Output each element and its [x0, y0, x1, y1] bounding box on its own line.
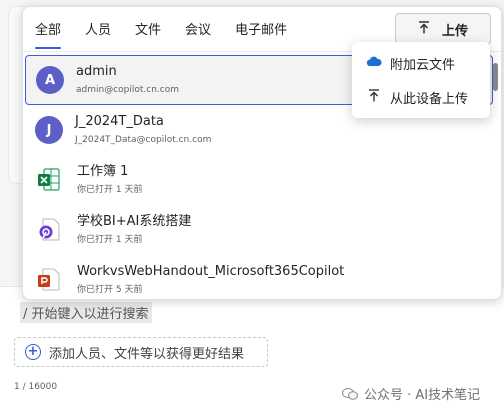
avatar: J — [35, 116, 63, 144]
tab-all[interactable]: 全部 — [35, 7, 62, 49]
tab-email[interactable]: 电子邮件 — [235, 7, 287, 49]
upload-menu: 附加云文件 从此设备上传 — [352, 42, 490, 118]
menu-item-label: 从此设备上传 — [390, 91, 469, 107]
tab-files[interactable]: 文件 — [135, 7, 161, 49]
menu-item-label: 附加云文件 — [390, 57, 456, 73]
menu-item-upload-device[interactable]: 从此设备上传 — [352, 80, 490, 114]
avatar: A — [36, 66, 64, 94]
result-subtitle: 你已打开 5 天前 — [77, 285, 143, 295]
loop-file-icon — [37, 217, 61, 243]
watermark-text: 公众号 · AI技术笔记 — [364, 388, 481, 403]
menu-item-attach-cloud[interactable]: 附加云文件 — [352, 46, 490, 80]
upload-arrow-icon — [418, 20, 430, 38]
add-context-button[interactable]: + 添加人员、文件等以获得更好结果 — [14, 337, 268, 367]
add-circle-icon: + — [25, 344, 41, 360]
tab-people[interactable]: 人员 — [85, 7, 111, 49]
watermark: 公众号 · AI技术笔记 — [341, 384, 481, 403]
upload-arrow-icon — [366, 88, 382, 106]
result-title: admin — [76, 64, 117, 79]
result-row-workbook[interactable]: 工作簿 1 你已打开 1 天前 — [25, 155, 493, 205]
result-subtitle: J_2024T_Data@copilot.cn.com — [75, 135, 212, 145]
result-row-powerpoint[interactable]: WorkvsWebHandout_Microsoft365Copilot 你已打… — [25, 255, 493, 305]
result-title: 工作簿 1 — [77, 164, 129, 179]
result-title: 学校BI+AI系统搭建 — [77, 214, 192, 229]
composer-input-hint[interactable]: / 开始键入以进行搜索 — [20, 302, 152, 323]
result-row-loop[interactable]: 学校BI+AI系统搭建 你已打开 1 天前 — [25, 205, 493, 255]
scrollbar-thumb[interactable] — [493, 63, 498, 91]
tab-bar: 全部 人员 文件 会议 电子邮件 — [23, 7, 311, 49]
result-subtitle: 你已打开 1 天前 — [77, 235, 143, 245]
wechat-icon — [341, 387, 359, 401]
powerpoint-file-icon — [37, 267, 61, 293]
upload-button[interactable]: 上传 — [395, 13, 491, 45]
result-subtitle: admin@copilot.cn.com — [76, 85, 179, 95]
result-title: WorkvsWebHandout_Microsoft365Copilot — [77, 264, 345, 279]
excel-file-icon — [37, 167, 61, 193]
result-subtitle: 你已打开 1 天前 — [77, 185, 143, 195]
character-counter: 1 / 16000 — [14, 382, 58, 392]
add-context-label: 添加人员、文件等以获得更好结果 — [49, 346, 245, 362]
tab-meetings[interactable]: 会议 — [185, 7, 211, 49]
result-title: J_2024T_Data — [75, 114, 164, 129]
upload-button-label: 上传 — [441, 23, 468, 39]
cloud-icon — [366, 56, 382, 71]
